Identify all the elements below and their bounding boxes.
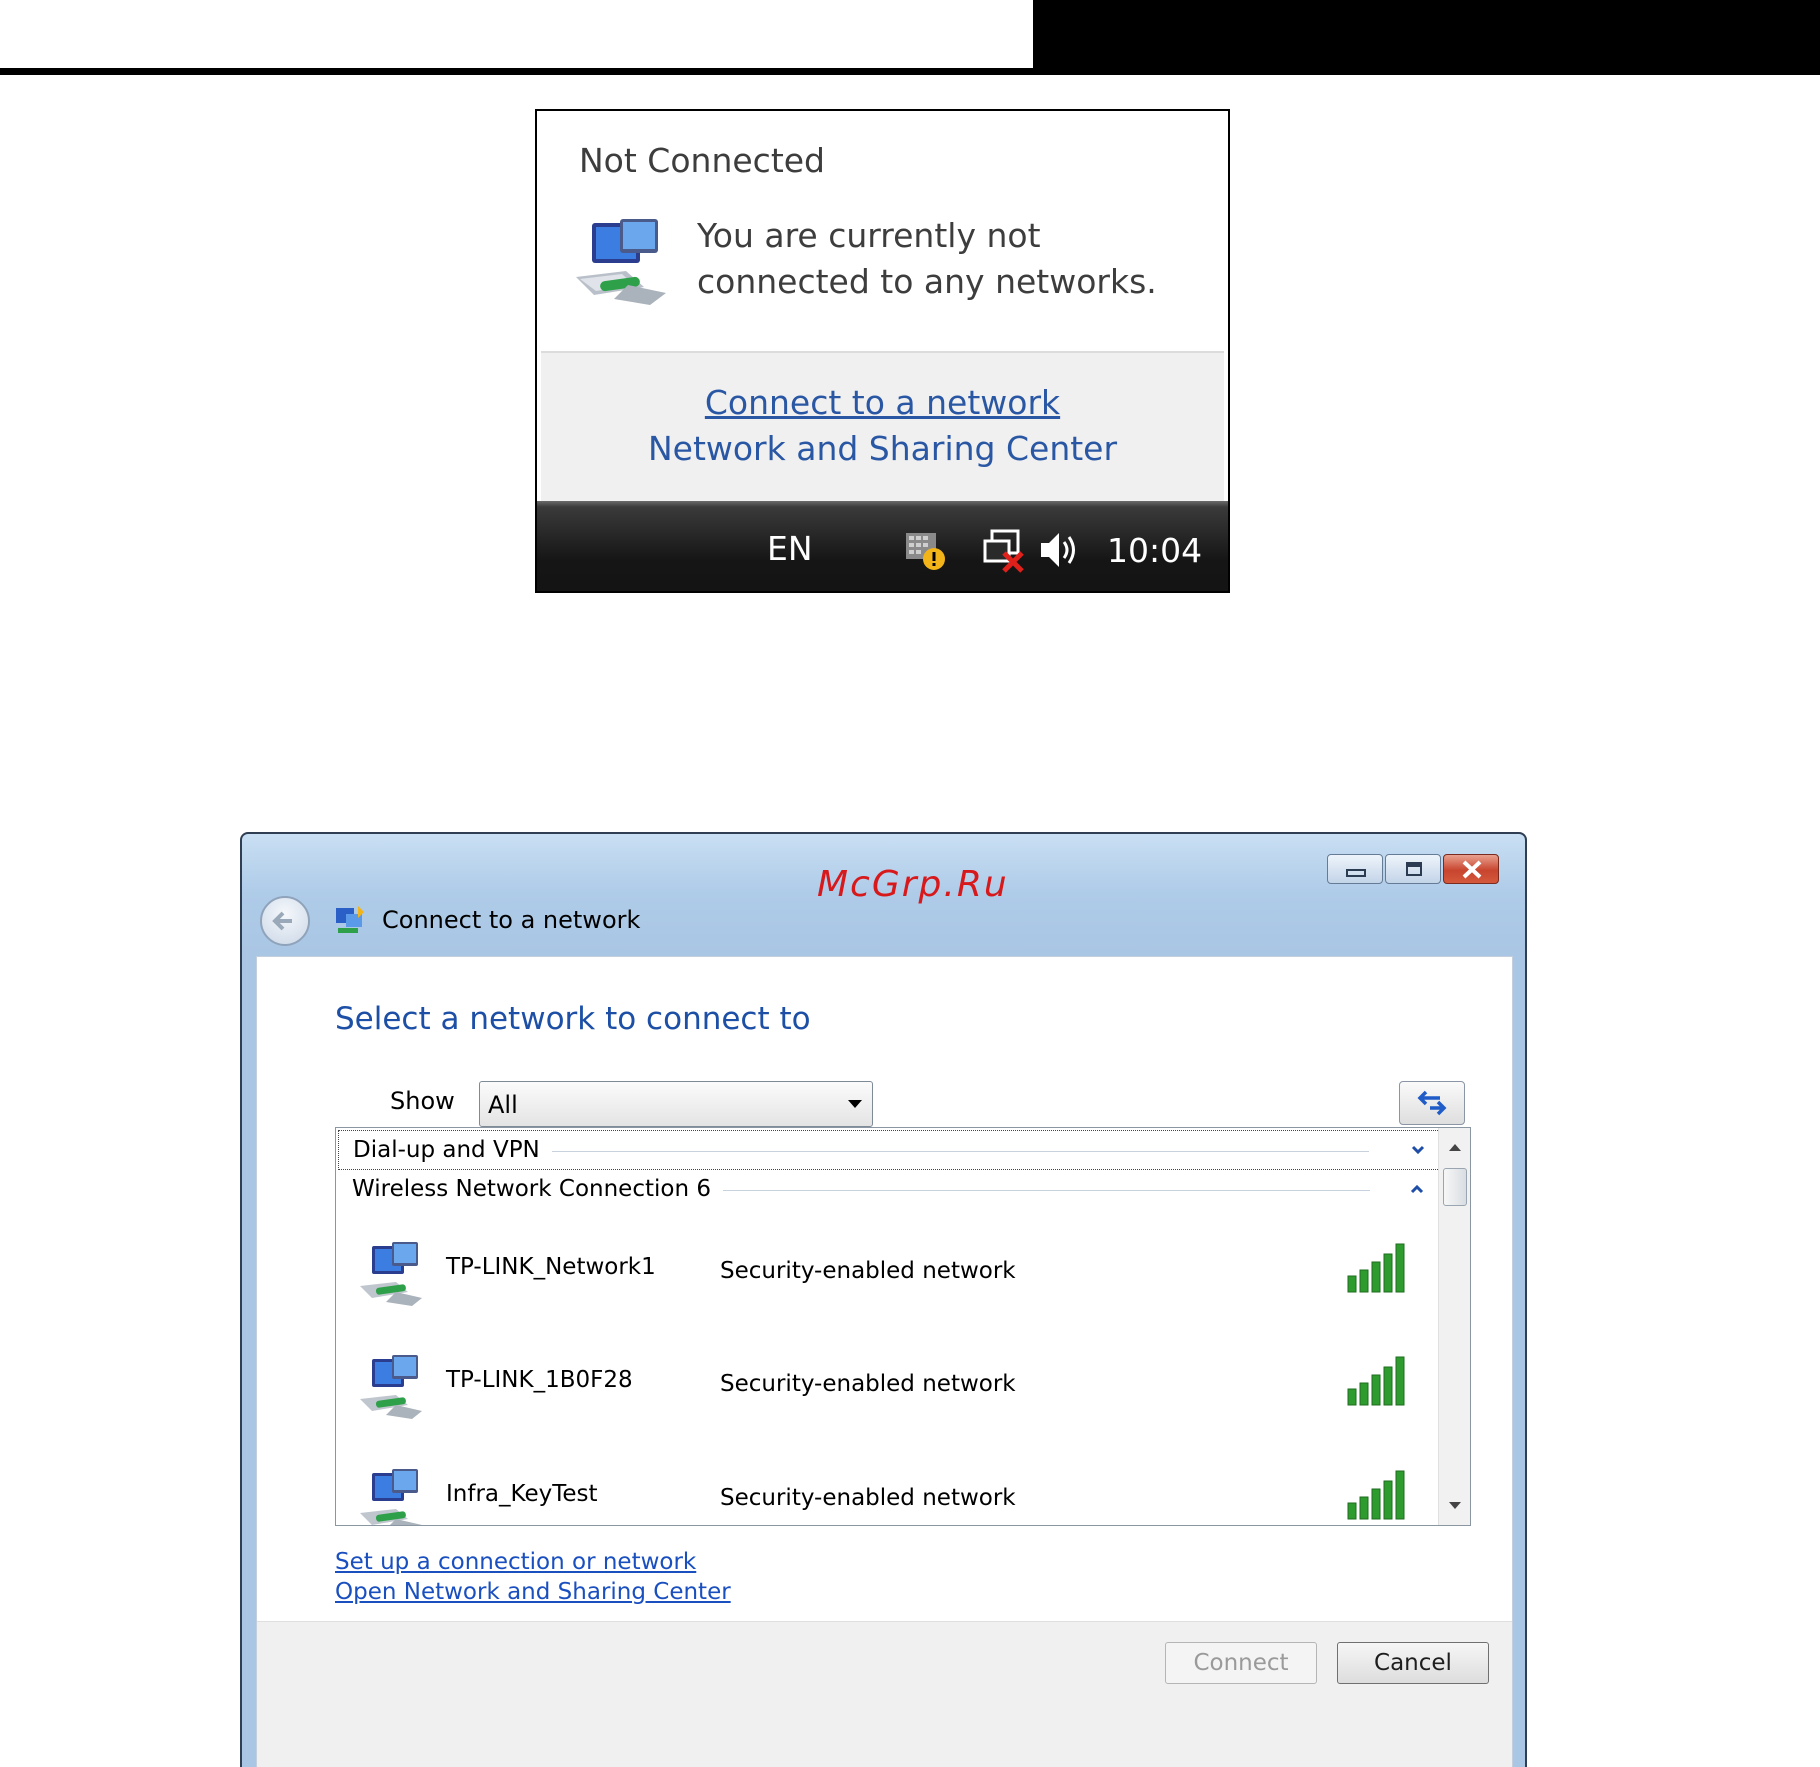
clock[interactable]: 10:04: [1107, 531, 1202, 570]
setup-connection-link[interactable]: Set up a connection or network: [335, 1549, 696, 1575]
group-label: Dial-up and VPN: [353, 1137, 552, 1163]
connect-to-network-dialog: McGrp.Ru Connect to a network Select a n…: [240, 832, 1527, 1767]
network-disconnected-icon[interactable]: [982, 527, 1028, 573]
network-security: Security-enabled network: [720, 1371, 1016, 1397]
show-filter-value: All: [488, 1091, 518, 1119]
scroll-up-icon[interactable]: [1449, 1144, 1461, 1151]
maximize-icon: [1406, 862, 1422, 876]
chevron-down-icon[interactable]: [1411, 1143, 1425, 1157]
show-label: Show: [390, 1087, 455, 1115]
network-security: Security-enabled network: [720, 1258, 1016, 1284]
wireless-network-icon: [360, 1242, 422, 1306]
window-title: Connect to a network: [382, 906, 641, 934]
scroll-thumb[interactable]: [1443, 1168, 1467, 1206]
connect-to-network-link[interactable]: Connect to a network: [541, 383, 1224, 422]
popup-links-area: Connect to a network Network and Sharing…: [541, 351, 1224, 501]
refresh-button[interactable]: [1399, 1081, 1465, 1125]
cancel-button[interactable]: Cancel: [1337, 1642, 1489, 1684]
network-name: TP-LINK_Network1: [446, 1254, 656, 1280]
wireless-network-icon: [360, 1469, 422, 1525]
signal-strength-icon: [1347, 1356, 1405, 1406]
network-name: TP-LINK_1B0F28: [446, 1367, 633, 1393]
network-status-popup: Not Connected You are currently not conn…: [535, 109, 1230, 593]
minimize-button[interactable]: [1327, 854, 1383, 884]
show-filter-dropdown[interactable]: All: [479, 1081, 873, 1127]
popup-title: Not Connected: [579, 141, 826, 180]
network-computers-icon: [576, 219, 666, 305]
network-list: Dial-up and VPN Wireless Network Connect…: [335, 1127, 1471, 1526]
back-button[interactable]: [260, 896, 310, 946]
group-label: Wireless Network Connection 6: [352, 1176, 723, 1202]
network-sharing-center-link[interactable]: Network and Sharing Center: [541, 429, 1224, 468]
refresh-icon: [1417, 1090, 1447, 1116]
page-heading: Select a network to connect to: [335, 1001, 811, 1037]
chevron-up-icon[interactable]: [1410, 1182, 1424, 1196]
signal-strength-icon: [1347, 1243, 1405, 1293]
dialog-footer: Connect Cancel: [257, 1621, 1512, 1767]
network-name: Infra_KeyTest: [446, 1481, 598, 1507]
list-scrollbar[interactable]: [1438, 1128, 1470, 1525]
network-item[interactable]: TP-LINK_Network1 Security-enabled networ…: [336, 1232, 1436, 1332]
maximize-button[interactable]: [1385, 854, 1441, 884]
network-item[interactable]: Infra_KeyTest Security-enabled network: [336, 1459, 1436, 1525]
connect-button[interactable]: Connect: [1165, 1642, 1317, 1684]
header-black-block: [1033, 0, 1820, 75]
network-security: Security-enabled network: [720, 1485, 1016, 1511]
network-wizard-icon: [336, 906, 364, 933]
taskbar-tray: EN 10:04: [537, 501, 1228, 591]
close-button[interactable]: [1443, 854, 1499, 884]
language-indicator[interactable]: EN: [767, 529, 813, 568]
watermark-text: McGrp.Ru: [817, 864, 1009, 905]
popup-info-area: Not Connected You are currently not conn…: [537, 111, 1228, 351]
dialog-content: Select a network to connect to Show All …: [256, 956, 1513, 1767]
dropdown-arrow-icon: [848, 1100, 862, 1108]
wireless-network-icon: [360, 1355, 422, 1419]
signal-strength-icon: [1347, 1470, 1405, 1520]
popup-message-line1: You are currently not: [697, 216, 1041, 255]
security-alert-icon[interactable]: [902, 527, 948, 573]
popup-message: You are currently not connected to any n…: [697, 213, 1217, 305]
network-item[interactable]: TP-LINK_1B0F28 Security-enabled network: [336, 1345, 1436, 1445]
speaker-volume-icon[interactable]: [1037, 527, 1081, 573]
open-sharing-center-link[interactable]: Open Network and Sharing Center: [335, 1579, 731, 1605]
group-dialup-vpn[interactable]: Dial-up and VPN: [338, 1130, 1440, 1170]
close-icon: [1462, 860, 1482, 879]
back-arrow-icon: [272, 911, 292, 931]
minimize-icon: [1346, 869, 1366, 877]
scroll-down-icon[interactable]: [1449, 1502, 1461, 1509]
popup-message-line2: connected to any networks.: [697, 262, 1157, 301]
group-wireless-connection[interactable]: Wireless Network Connection 6: [338, 1170, 1440, 1210]
